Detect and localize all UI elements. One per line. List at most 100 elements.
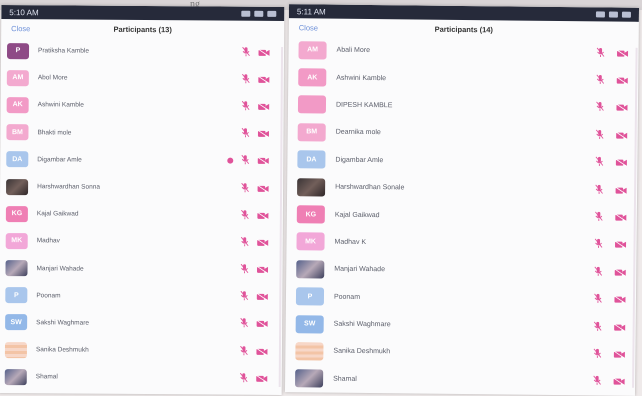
- camera-off-icon[interactable]: [258, 43, 270, 61]
- participant-row[interactable]: BM Dearnika mole: [288, 118, 638, 149]
- mic-muted-icon[interactable]: [240, 261, 249, 279]
- camera-off-icon[interactable]: [616, 72, 628, 90]
- mic-muted-icon[interactable]: [594, 263, 603, 281]
- mic-muted-icon[interactable]: [593, 318, 602, 336]
- participant-row[interactable]: Harshwardhan Sonale: [287, 173, 637, 204]
- mic-muted-icon[interactable]: [239, 370, 248, 388]
- mic-muted-icon[interactable]: [241, 179, 249, 197]
- participant-row[interactable]: DA Digambar Amle: [0, 146, 283, 175]
- mic-muted-icon[interactable]: [596, 71, 605, 89]
- participant-row[interactable]: KG Kajal Gaikwad: [287, 201, 637, 232]
- participant-row[interactable]: Shamal: [0, 363, 282, 392]
- participant-row[interactable]: Sanika Deshmukh: [285, 337, 635, 368]
- participant-avatar: [6, 178, 29, 195]
- participant-status-icons: [596, 44, 629, 62]
- close-button[interactable]: Close: [299, 23, 318, 32]
- participant-status-icons: [241, 206, 269, 224]
- participant-row[interactable]: Sanika Deshmukh: [0, 336, 282, 365]
- participant-row[interactable]: P Poonam: [286, 283, 636, 314]
- participant-status-icons: [595, 154, 627, 172]
- participant-row[interactable]: Manjari Wahade: [0, 255, 283, 284]
- mic-muted-icon[interactable]: [242, 43, 250, 61]
- status-time: 5:10 AM: [9, 7, 39, 17]
- participant-avatar: AM: [6, 69, 29, 86]
- mic-muted-icon[interactable]: [241, 125, 250, 143]
- camera-off-icon[interactable]: [613, 373, 625, 391]
- participant-row[interactable]: P Poonam: [0, 282, 282, 311]
- participant-row[interactable]: AM Abol More: [1, 64, 284, 93]
- participant-status-icons: [595, 126, 628, 144]
- participant-row[interactable]: AK Ashwini Kamble: [288, 64, 638, 95]
- mic-muted-icon[interactable]: [240, 234, 249, 252]
- participant-row[interactable]: MK Madhav K: [286, 228, 636, 259]
- close-button[interactable]: Close: [11, 24, 30, 33]
- mic-muted-icon[interactable]: [595, 154, 604, 172]
- participant-row[interactable]: DIPESH KAMBLE: [288, 91, 638, 122]
- mic-muted-icon[interactable]: [596, 99, 604, 117]
- mic-muted-icon[interactable]: [594, 236, 603, 254]
- participant-name: Madhav K: [334, 238, 367, 246]
- mic-muted-icon[interactable]: [596, 44, 605, 62]
- camera-off-icon[interactable]: [256, 288, 268, 306]
- camera-off-icon[interactable]: [257, 125, 269, 143]
- mic-muted-icon[interactable]: [240, 342, 248, 360]
- participant-row[interactable]: Manjari Wahade: [286, 255, 636, 286]
- mic-muted-icon[interactable]: [241, 206, 249, 224]
- camera-off-icon[interactable]: [257, 234, 269, 252]
- mic-muted-icon[interactable]: [240, 315, 248, 333]
- camera-off-icon[interactable]: [615, 126, 628, 144]
- camera-off-icon[interactable]: [256, 370, 268, 388]
- mic-muted-icon[interactable]: [594, 291, 602, 309]
- camera-off-icon[interactable]: [613, 346, 625, 364]
- mic-muted-icon[interactable]: [240, 288, 249, 306]
- camera-off-icon[interactable]: [613, 318, 626, 336]
- participant-row[interactable]: SW Sakshi Waghmare: [286, 310, 636, 341]
- participant-row[interactable]: AK Ashwini Kamble: [1, 91, 284, 120]
- participant-row[interactable]: P Pratiksha Kamble: [1, 37, 284, 66]
- camera-off-icon[interactable]: [258, 71, 270, 89]
- participant-avatar: BM: [297, 123, 326, 142]
- participant-row[interactable]: DA Digambar Amle: [287, 146, 637, 177]
- camera-off-icon[interactable]: [256, 315, 268, 333]
- participant-status-icons: [227, 152, 269, 170]
- mic-muted-icon[interactable]: [242, 70, 250, 88]
- participant-row[interactable]: BM Bhakti mole: [0, 119, 283, 148]
- camera-off-icon[interactable]: [614, 291, 626, 309]
- participant-row[interactable]: Harshwardhan Sonna: [0, 173, 283, 202]
- participant-row[interactable]: SW Sakshi Waghmare: [0, 309, 282, 338]
- camera-off-icon[interactable]: [616, 44, 629, 62]
- participant-row[interactable]: Shamal: [285, 365, 635, 396]
- camera-off-icon[interactable]: [615, 209, 627, 227]
- participant-name: Digambar Amle: [37, 156, 82, 164]
- camera-off-icon[interactable]: [614, 236, 627, 254]
- participant-row[interactable]: KG Kajal Gaikwad: [0, 200, 283, 229]
- participant-name: Sakshi Waghmare: [36, 319, 90, 327]
- camera-off-icon[interactable]: [257, 152, 269, 170]
- participants-panel-right: 5:11 AM Close Participants (14) AM Abali …: [284, 4, 640, 396]
- participant-avatar: [295, 369, 324, 388]
- participant-name: Shamal: [35, 373, 58, 381]
- mic-muted-icon[interactable]: [241, 152, 250, 170]
- camera-off-icon[interactable]: [256, 342, 268, 360]
- participant-avatar: [295, 342, 324, 361]
- participant-status-icons: [595, 181, 627, 199]
- camera-off-icon[interactable]: [257, 98, 270, 116]
- participant-status-icons: [596, 99, 628, 117]
- camera-off-icon[interactable]: [616, 99, 628, 117]
- mic-muted-icon[interactable]: [241, 98, 250, 116]
- mic-muted-icon[interactable]: [595, 126, 604, 144]
- camera-off-icon[interactable]: [615, 154, 627, 172]
- participant-status-icons: [241, 98, 270, 116]
- camera-off-icon[interactable]: [257, 179, 269, 197]
- mic-muted-icon[interactable]: [595, 208, 603, 226]
- mic-muted-icon[interactable]: [595, 181, 603, 199]
- participant-row[interactable]: AM Abali More: [288, 36, 638, 67]
- mic-muted-icon[interactable]: [593, 345, 602, 363]
- camera-off-icon[interactable]: [256, 261, 269, 279]
- participant-row[interactable]: MK Madhav: [0, 227, 283, 256]
- camera-off-icon[interactable]: [615, 181, 627, 199]
- participants-header: Close Participants (13): [1, 19, 284, 39]
- camera-off-icon[interactable]: [614, 263, 626, 281]
- camera-off-icon[interactable]: [257, 207, 269, 225]
- mic-muted-icon[interactable]: [593, 373, 601, 391]
